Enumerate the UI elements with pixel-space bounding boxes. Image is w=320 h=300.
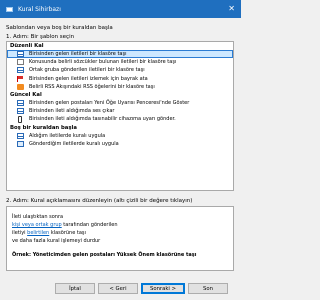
template-label: Ortak gruba gönderilen iletileri bir kla… <box>29 67 145 74</box>
button-bar: İptal < Geri Sonraki > Son <box>0 283 241 295</box>
group-header: Düzenli Kal <box>10 43 44 49</box>
description-line: İleti ulaştıktan sonra <box>12 214 64 220</box>
rules-wizard-window: Kural Sihirbazı ✕ Sablondan veya boş bir… <box>0 0 241 300</box>
rules-icon <box>6 6 14 13</box>
description-text: iletiyi <box>12 230 28 236</box>
template-item[interactable]: Gönderdiğim iletilerde kuralı uygula <box>7 140 233 148</box>
rule-description-box: İleti ulaştıktan sonra kişi veya ortak g… <box>6 206 234 271</box>
template-list[interactable]: Düzenli Kal Birisinden gelen iletileri b… <box>6 41 234 191</box>
description-line: iletiyi belirtilen klasörüne taşı <box>12 229 233 237</box>
template-item[interactable]: Birisinden gelen iletileri izlemek için … <box>7 75 233 83</box>
template-item[interactable]: Ortak gruba gönderilen iletileri bir kla… <box>7 66 233 74</box>
group-header: Güncel Kal <box>10 91 42 98</box>
template-label: Konusunda belirli sözcükler bulunan ilet… <box>29 59 177 66</box>
description-line: ve daha fazla kural işlemeyi durdur <box>12 238 101 244</box>
template-item[interactable]: Konusunda belirli sözcükler bulunan ilet… <box>7 58 233 66</box>
template-item[interactable]: Birisinden ileti aldığımda tasınabilir c… <box>7 115 233 123</box>
mobile-icon <box>18 115 22 123</box>
flag-icon <box>17 75 24 82</box>
group-header: Boş bir kuraldan başla <box>10 124 77 131</box>
send-icon <box>17 140 24 147</box>
template-label: Gönderdiğim iletilerde kuralı uygula <box>29 140 119 147</box>
template-item[interactable]: Aldığım iletilerde kuralı uygula <box>7 132 233 140</box>
cancel-button[interactable]: İptal <box>55 283 95 294</box>
envelope-icon <box>17 132 24 139</box>
window-title: Kural Sihirbazı <box>18 5 61 13</box>
template-label: Birisinden gelen iletileri izlemek için … <box>29 75 148 82</box>
envelope-icon <box>17 108 24 115</box>
intro-text: Sablondan veya boş bir kuraldan başla <box>6 25 113 31</box>
description-line: kişi veya ortak grup tarafından gönderil… <box>12 221 233 229</box>
template-label: Birisinden ileti aldığımda tasınabilir c… <box>29 116 176 123</box>
template-item[interactable]: Birisinden gelen iletileri bir klasöre t… <box>7 50 233 59</box>
document-icon <box>17 59 24 66</box>
template-label: Birisinden gelen postaları Yeni Öğe Uyar… <box>29 100 190 107</box>
rss-icon <box>17 83 24 90</box>
template-item[interactable]: Birisinden ileti aldığımda ses çıkar <box>7 107 233 115</box>
template-item[interactable]: Birisinden gelen postaları Yeni Öğe Uyar… <box>7 99 233 107</box>
step2-label: 2. Adım: Kural açıklamasını düzenleyin (… <box>6 198 193 204</box>
description-text: tarafından gönderilen <box>61 222 118 228</box>
close-icon[interactable]: ✕ <box>228 5 235 13</box>
title-bar: Kural Sihirbazı ✕ <box>0 0 241 18</box>
envelope-icon <box>17 67 24 74</box>
template-label: Birisinden ileti aldığımda ses çıkar <box>29 108 115 115</box>
folder-link[interactable]: belirtilen <box>27 230 49 236</box>
envelope-icon <box>17 100 24 107</box>
step1-label: 1. Adım: Bir şablon seçin <box>6 34 75 40</box>
template-item[interactable]: Belirli RSS Akışındaki RSS öğelerini bir… <box>7 83 233 91</box>
back-button[interactable]: < Geri <box>98 283 138 294</box>
template-label: Aldığım iletilerde kuralı uygula <box>29 132 106 139</box>
template-label: Belirli RSS Akışındaki RSS öğelerini bir… <box>29 83 155 90</box>
next-button[interactable]: Sonraki > <box>141 283 185 294</box>
people-link[interactable]: kişi veya ortak grup <box>12 222 62 228</box>
example-text: Örnek: Yöneticimden gelen postaları Yüks… <box>12 252 197 258</box>
finish-button[interactable]: Son <box>188 283 228 294</box>
description-text: klasörüne taşı <box>49 230 86 236</box>
envelope-icon <box>17 51 24 58</box>
template-label: Birisinden gelen iletileri bir klasöre t… <box>29 51 127 58</box>
